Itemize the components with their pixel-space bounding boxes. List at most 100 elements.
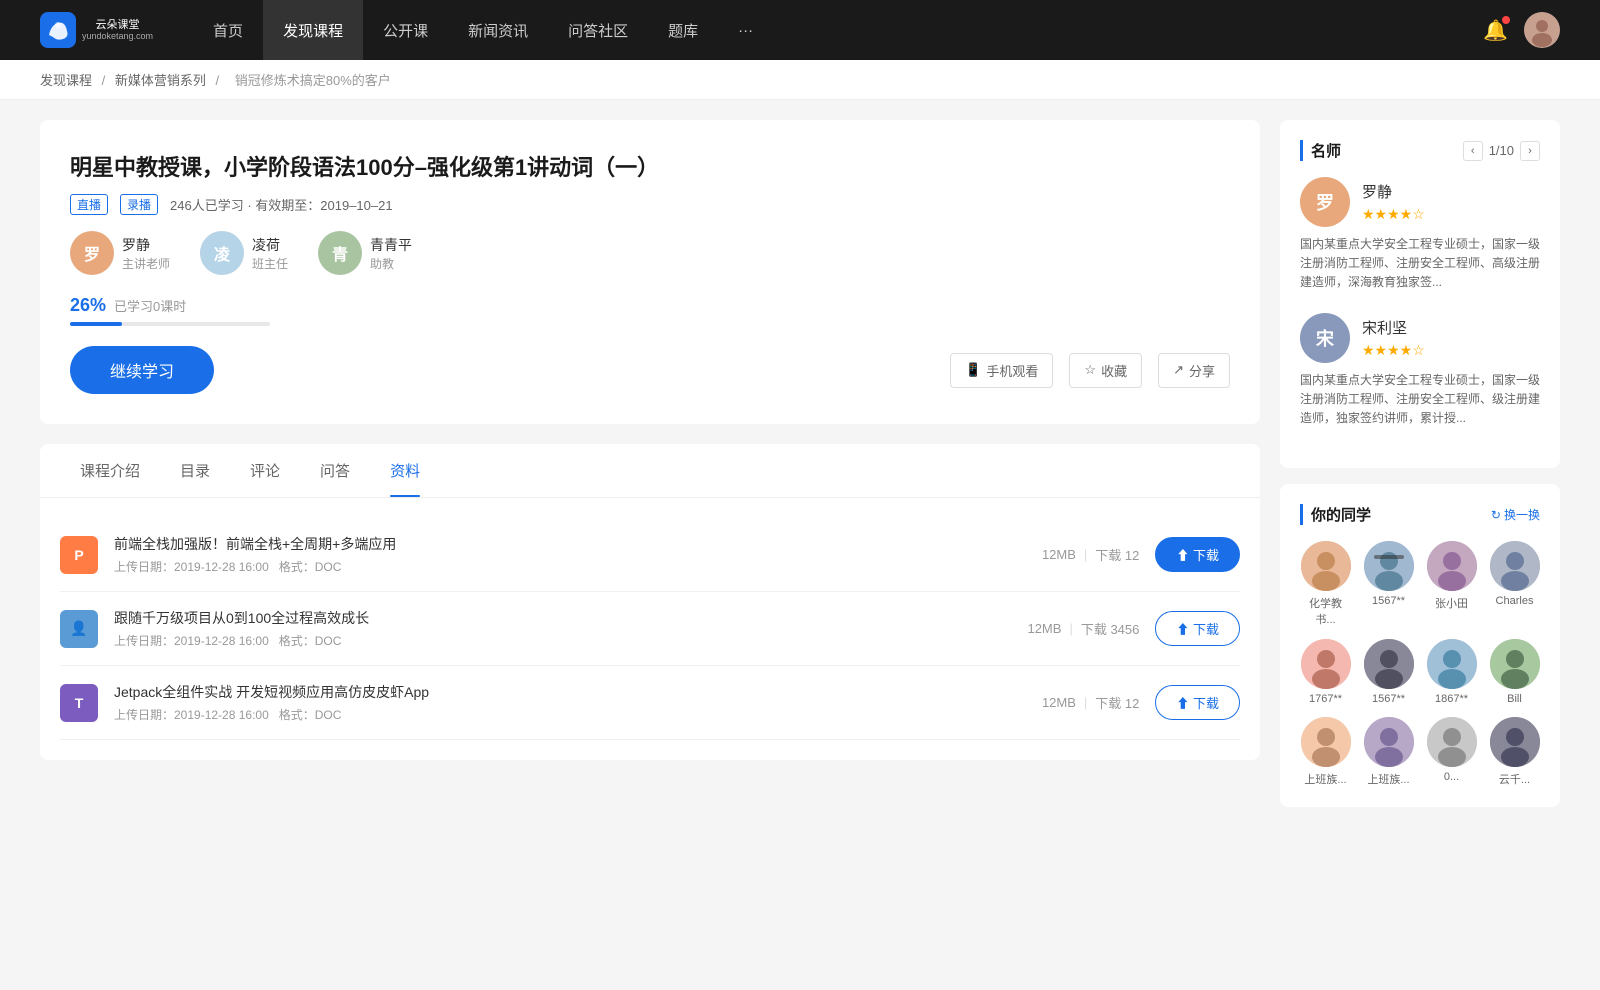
nav-public[interactable]: 公开课: [363, 0, 448, 60]
classmate-3: 张小田: [1426, 541, 1477, 627]
breadcrumb-current: 销冠修炼术搞定80%的客户: [235, 73, 391, 88]
share-icon: ↗: [1173, 362, 1184, 378]
sidebar-teacher-1-desc: 国内某重点大学安全工程专业硕士，国家一级注册消防工程师、注册安全工程师、高级注册…: [1300, 235, 1540, 293]
classmates-card: 你的同学 ↻ 换一换 化学教书...: [1280, 484, 1560, 807]
sidebar-teacher-2: 宋 宋利坚 ★★★★☆ 国内某重点大学安全工程专业硕士，国家一级注册消防工程师、…: [1300, 313, 1540, 429]
course-meta-text: 246人已学习 · 有效期至：2019–10–21: [170, 195, 393, 214]
star-icon: ☆: [1084, 362, 1096, 378]
teacher-3: 青 青青平 助教: [318, 231, 412, 275]
nav-right: 🔔: [1483, 12, 1560, 48]
collect-button[interactable]: ☆ 收藏: [1069, 353, 1142, 388]
sidebar-teacher-2-avatar: 宋: [1300, 313, 1350, 363]
download-button-2[interactable]: ⬆ 下载: [1155, 611, 1240, 646]
sidebar-teacher-2-stars: ★★★★☆: [1362, 342, 1425, 359]
content-area: 明星中教授课，小学阶段语法100分–强化级第1讲动词（一） 直播 录播 246人…: [40, 120, 1260, 823]
classmate-7-avatar: [1427, 639, 1477, 689]
file-item-1: P 前端全栈加强版！前端全栈+全周期+多端应用 上传日期：2019-12-28 …: [60, 518, 1240, 592]
famous-teachers-card: 名师 ‹ 1/10 › 罗 罗静 ★★★★☆ 国内某重点大学安全工程专业硕士，国…: [1280, 120, 1560, 468]
refresh-button[interactable]: ↻ 换一换: [1491, 506, 1540, 523]
course-title: 明星中教授课，小学阶段语法100分–强化级第1讲动词（一）: [70, 150, 1230, 182]
main-layout: 明星中教授课，小学阶段语法100分–强化级第1讲动词（一） 直播 录播 246人…: [0, 100, 1600, 843]
classmate-6-avatar: [1364, 639, 1414, 689]
classmate-10-avatar: [1364, 717, 1414, 767]
classmate-3-name: 张小田: [1435, 595, 1468, 611]
sidebar: 名师 ‹ 1/10 › 罗 罗静 ★★★★☆ 国内某重点大学安全工程专业硕士，国…: [1280, 120, 1560, 823]
file-icon-2: 👤: [60, 610, 98, 648]
progress-percent: 26%: [70, 295, 106, 316]
nav-quiz[interactable]: 题库: [648, 0, 718, 60]
classmate-2-avatar: [1364, 541, 1414, 591]
breadcrumb-link-2[interactable]: 新媒体营销系列: [115, 73, 206, 88]
course-actions: 继续学习 📱 手机观看 ☆ 收藏 ↗ 分享: [70, 346, 1230, 394]
tab-materials[interactable]: 资料: [370, 444, 440, 497]
navbar: 云朵课堂 yundoketang.com 首页 发现课程 公开课 新闻资讯 问答…: [0, 0, 1600, 60]
nav-discover[interactable]: 发现课程: [263, 0, 363, 60]
classmate-6: 1567**: [1363, 639, 1414, 705]
mobile-icon: 📱: [965, 362, 981, 378]
sidebar-teacher-1: 罗 罗静 ★★★★☆ 国内某重点大学安全工程专业硕士，国家一级注册消防工程师、注…: [1300, 177, 1540, 293]
nav-more[interactable]: ···: [718, 0, 773, 60]
logo-icon: [40, 12, 76, 48]
file-stats-2: 12MB | 下载 3456: [1027, 619, 1139, 638]
tab-catalog[interactable]: 目录: [160, 444, 230, 497]
course-card: 明星中教授课，小学阶段语法100分–强化级第1讲动词（一） 直播 录播 246人…: [40, 120, 1260, 424]
breadcrumb-link-1[interactable]: 发现课程: [40, 73, 92, 88]
classmate-1: 化学教书...: [1300, 541, 1351, 627]
classmate-9-name: 上班族...: [1304, 771, 1346, 787]
file-name-1: 前端全栈加强版！前端全栈+全周期+多端应用: [114, 534, 1026, 554]
classmate-12: 云千...: [1489, 717, 1540, 787]
download-button-3[interactable]: ⬆ 下载: [1155, 685, 1240, 720]
teacher-1: 罗 罗静 主讲老师: [70, 231, 170, 275]
file-name-2: 跟随千万级项目从0到100全过程高效成长: [114, 608, 1011, 628]
tabs-card: 课程介绍 目录 评论 问答 资料 P 前端全栈加强版！前端全栈+全周期+多端应用…: [40, 444, 1260, 760]
teacher-2-name: 凌荷: [252, 235, 288, 255]
classmate-9-avatar: [1301, 717, 1351, 767]
classmate-1-name: 化学教书...: [1300, 595, 1351, 627]
classmate-8-avatar: [1490, 639, 1540, 689]
file-stats-3: 12MB | 下载 12: [1042, 693, 1139, 712]
classmate-9: 上班族...: [1300, 717, 1351, 787]
pagination-next[interactable]: ›: [1520, 141, 1540, 161]
continue-button[interactable]: 继续学习: [70, 346, 214, 394]
pagination-prev[interactable]: ‹: [1463, 141, 1483, 161]
bell-button[interactable]: 🔔: [1483, 18, 1508, 43]
teacher-pagination: ‹ 1/10 ›: [1463, 141, 1540, 161]
badge-record: 录播: [120, 194, 158, 215]
logo-sub: yundoketang.com: [82, 31, 153, 41]
tabs-header: 课程介绍 目录 评论 问答 资料: [40, 444, 1260, 498]
teachers-row: 罗 罗静 主讲老师 凌 凌荷 班主任: [70, 231, 1230, 275]
nav-news[interactable]: 新闻资讯: [448, 0, 548, 60]
file-meta-1: 上传日期：2019-12-28 16:00 格式：DOC: [114, 558, 1026, 575]
action-btns: 📱 手机观看 ☆ 收藏 ↗ 分享: [950, 353, 1230, 388]
classmate-12-avatar: [1490, 717, 1540, 767]
nav-home[interactable]: 首页: [193, 0, 263, 60]
file-icon-1: P: [60, 536, 98, 574]
tabs-content: P 前端全栈加强版！前端全栈+全周期+多端应用 上传日期：2019-12-28 …: [40, 498, 1260, 760]
user-avatar-nav[interactable]: [1524, 12, 1560, 48]
logo-text: 云朵课堂: [82, 19, 153, 31]
classmate-3-avatar: [1427, 541, 1477, 591]
download-button-1[interactable]: ⬆ 下载: [1155, 537, 1240, 572]
classmate-11-name: 0...: [1444, 771, 1459, 783]
mobile-label: 手机观看: [986, 361, 1038, 380]
tab-intro[interactable]: 课程介绍: [60, 444, 160, 497]
mobile-watch-button[interactable]: 📱 手机观看: [950, 353, 1053, 388]
classmate-5-name: 1767**: [1309, 693, 1342, 705]
classmate-1-avatar: [1301, 541, 1351, 591]
logo[interactable]: 云朵课堂 yundoketang.com: [40, 12, 153, 48]
share-button[interactable]: ↗ 分享: [1158, 353, 1230, 388]
tab-qa[interactable]: 问答: [300, 444, 370, 497]
notification-dot: [1502, 16, 1510, 24]
sidebar-teacher-1-name: 罗静: [1362, 181, 1425, 202]
classmate-8-name: Bill: [1507, 693, 1522, 705]
classmate-5-avatar: [1301, 639, 1351, 689]
nav-items: 首页 发现课程 公开课 新闻资讯 问答社区 题库 ···: [193, 0, 1483, 60]
collect-label: 收藏: [1101, 361, 1127, 380]
classmate-10-name: 上班族...: [1367, 771, 1409, 787]
nav-qa[interactable]: 问答社区: [548, 0, 648, 60]
teacher-2: 凌 凌荷 班主任: [200, 231, 288, 275]
teacher-1-role: 主讲老师: [122, 255, 170, 272]
tab-reviews[interactable]: 评论: [230, 444, 300, 497]
progress-sublabel: 已学习0课时: [114, 296, 186, 315]
classmate-8: Bill: [1489, 639, 1540, 705]
